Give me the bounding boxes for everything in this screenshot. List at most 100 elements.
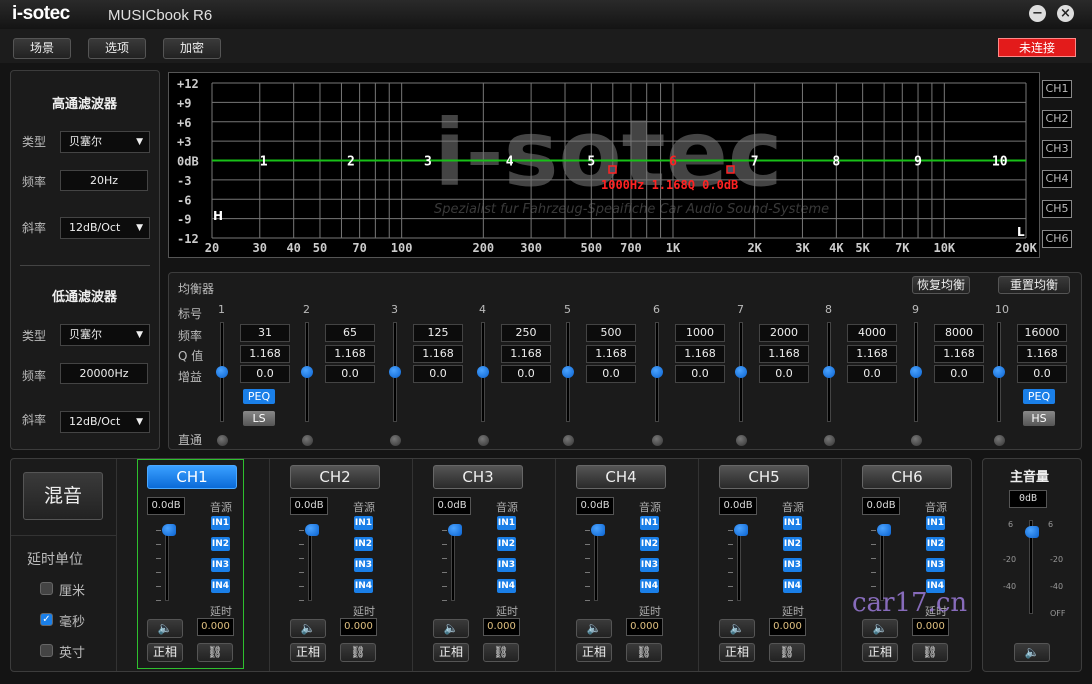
input-4-toggle[interactable]: IN4: [354, 579, 373, 593]
channel-level-slider[interactable]: [451, 525, 455, 601]
band-freq-input[interactable]: 2000: [759, 324, 809, 342]
chart-channel-5[interactable]: CH5: [1042, 200, 1072, 218]
phase-button[interactable]: 正相: [433, 643, 469, 662]
band-q-input[interactable]: 1.168: [934, 345, 984, 363]
lp-freq-input[interactable]: 20000Hz: [60, 363, 148, 384]
band-q-input[interactable]: 1.168: [413, 345, 463, 363]
band-gain-handle[interactable]: [562, 366, 574, 378]
band-q-input[interactable]: 1.168: [1017, 345, 1067, 363]
master-mute-button[interactable]: 🔈: [1014, 643, 1050, 662]
lp-type-select[interactable]: 贝塞尔 ▼: [60, 324, 150, 346]
link-button[interactable]: ⛓: [626, 643, 662, 662]
channel-level-handle[interactable]: [734, 524, 748, 536]
phase-button[interactable]: 正相: [290, 643, 326, 662]
lp-slope-select[interactable]: 12dB/Oct ▼: [60, 411, 150, 433]
input-1-toggle[interactable]: IN1: [354, 516, 373, 530]
input-3-toggle[interactable]: IN3: [497, 558, 516, 572]
band-gain-handle[interactable]: [216, 366, 228, 378]
channel-level-slider[interactable]: [594, 525, 598, 601]
peq-button[interactable]: PEQ: [243, 389, 275, 404]
hp-type-select[interactable]: 贝塞尔 ▼: [60, 131, 150, 153]
mute-button[interactable]: 🔈: [433, 619, 469, 638]
band-bypass-toggle[interactable]: [217, 435, 228, 446]
input-1-toggle[interactable]: IN1: [783, 516, 802, 530]
filter-type-button[interactable]: HS: [1023, 411, 1055, 426]
options-button[interactable]: 选项: [88, 38, 146, 59]
band-freq-input[interactable]: 500: [586, 324, 636, 342]
band-bypass-toggle[interactable]: [824, 435, 835, 446]
band-gain-handle[interactable]: [651, 366, 663, 378]
channel-select-button[interactable]: CH2: [290, 465, 380, 489]
link-button[interactable]: ⛓: [769, 643, 805, 662]
input-3-toggle[interactable]: IN3: [783, 558, 802, 572]
band-gain-input[interactable]: 0.0: [413, 365, 463, 383]
input-2-toggle[interactable]: IN2: [497, 537, 516, 551]
band-freq-input[interactable]: 4000: [847, 324, 897, 342]
band-gain-input[interactable]: 0.0: [240, 365, 290, 383]
reset-eq-button[interactable]: 重置均衡: [998, 276, 1070, 294]
chart-channel-6[interactable]: CH6: [1042, 230, 1072, 248]
band-q-input[interactable]: 1.168: [759, 345, 809, 363]
input-1-toggle[interactable]: IN1: [640, 516, 659, 530]
band-gain-handle[interactable]: [823, 366, 835, 378]
chart-channel-4[interactable]: CH4: [1042, 170, 1072, 188]
band-gain-handle[interactable]: [910, 366, 922, 378]
band-freq-input[interactable]: 125: [413, 324, 463, 342]
band-gain-input[interactable]: 0.0: [847, 365, 897, 383]
input-4-toggle[interactable]: IN4: [783, 579, 802, 593]
minimize-button[interactable]: −: [1029, 5, 1046, 22]
band-bypass-toggle[interactable]: [736, 435, 747, 446]
band-freq-input[interactable]: 16000: [1017, 324, 1067, 342]
band-freq-input[interactable]: 31: [240, 324, 290, 342]
delay-input[interactable]: 0.000: [626, 618, 663, 636]
phase-button[interactable]: 正相: [576, 643, 612, 662]
band-bypass-toggle[interactable]: [478, 435, 489, 446]
band-q-input[interactable]: 1.168: [240, 345, 290, 363]
channel-level-handle[interactable]: [591, 524, 605, 536]
connection-status[interactable]: 未连接: [998, 38, 1076, 57]
band-q-input[interactable]: 1.168: [586, 345, 636, 363]
band-gain-input[interactable]: 0.0: [501, 365, 551, 383]
unit-checkbox[interactable]: [40, 582, 53, 595]
band-freq-input[interactable]: 65: [325, 324, 375, 342]
channel-level-slider[interactable]: [737, 525, 741, 601]
band-freq-input[interactable]: 8000: [934, 324, 984, 342]
band-gain-input[interactable]: 0.0: [675, 365, 725, 383]
phase-button[interactable]: 正相: [862, 643, 898, 662]
input-3-toggle[interactable]: IN3: [640, 558, 659, 572]
channel-select-button[interactable]: CH4: [576, 465, 666, 489]
band-bypass-toggle[interactable]: [911, 435, 922, 446]
chart-channel-1[interactable]: CH1: [1042, 80, 1072, 98]
link-button[interactable]: ⛓: [340, 643, 376, 662]
close-button[interactable]: ×: [1057, 5, 1074, 22]
band-bypass-toggle[interactable]: [563, 435, 574, 446]
channel-select-button[interactable]: CH3: [433, 465, 523, 489]
input-1-toggle[interactable]: IN1: [926, 516, 945, 530]
input-2-toggle[interactable]: IN2: [783, 537, 802, 551]
band-q-input[interactable]: 1.168: [847, 345, 897, 363]
eq-response-chart[interactable]: i-sotec Spezialist fur Fahrzeug-Speaifich…: [168, 72, 1040, 258]
band-bypass-toggle[interactable]: [994, 435, 1005, 446]
channel-level-slider[interactable]: [308, 525, 312, 601]
mute-button[interactable]: 🔈: [290, 619, 326, 638]
input-3-toggle[interactable]: IN3: [354, 558, 373, 572]
restore-eq-button[interactable]: 恢复均衡: [912, 276, 970, 294]
channel-level-handle[interactable]: [448, 524, 462, 536]
band-gain-input[interactable]: 0.0: [325, 365, 375, 383]
band-gain-handle[interactable]: [477, 366, 489, 378]
band-gain-handle[interactable]: [735, 366, 747, 378]
channel-level-handle[interactable]: [305, 524, 319, 536]
channel-level-handle[interactable]: [877, 524, 891, 536]
hp-freq-input[interactable]: 20Hz: [60, 170, 148, 191]
mute-button[interactable]: 🔈: [862, 619, 898, 638]
delay-input[interactable]: 0.000: [340, 618, 377, 636]
delay-input[interactable]: 0.000: [483, 618, 520, 636]
input-2-toggle[interactable]: IN2: [926, 537, 945, 551]
input-4-toggle[interactable]: IN4: [640, 579, 659, 593]
band-gain-handle[interactable]: [389, 366, 401, 378]
channel-select-button[interactable]: CH6: [862, 465, 952, 489]
band-q-input[interactable]: 1.168: [501, 345, 551, 363]
input-4-toggle[interactable]: IN4: [497, 579, 516, 593]
channel-select-button[interactable]: CH5: [719, 465, 809, 489]
band-freq-input[interactable]: 250: [501, 324, 551, 342]
